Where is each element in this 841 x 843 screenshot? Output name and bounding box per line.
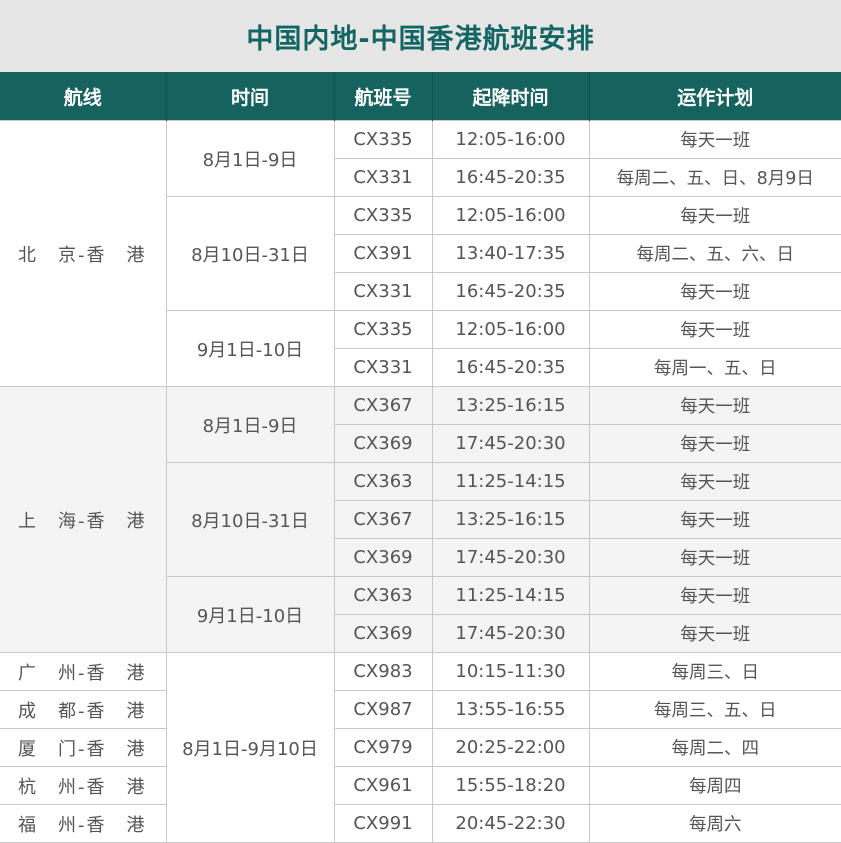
- table-row: 成 都-香 港 CX987 13:55-16:55 每周三、五、日: [0, 690, 841, 729]
- schedule-plan-cell: 每天一班: [588, 614, 841, 653]
- table-row: 福 州-香 港 CX991 20:45-22:30 每周六: [0, 804, 841, 843]
- flight-time-cell: 13:40-17:35: [431, 234, 590, 273]
- flight-number-cell: CX335: [333, 196, 433, 235]
- period-cell: 8月1日-9日: [165, 386, 335, 463]
- route-cell: 成 都-香 港: [0, 690, 167, 729]
- flight-number-cell: CX987: [333, 690, 433, 729]
- route-cell: 厦 门-香 港: [0, 728, 167, 767]
- flight-time-cell: 10:15-11:30: [431, 652, 590, 691]
- flight-number-cell: CX991: [333, 804, 433, 843]
- flight-number-cell: CX335: [333, 310, 433, 349]
- flight-number-cell: CX979: [333, 728, 433, 767]
- schedule-plan-cell: 每周六: [588, 804, 841, 843]
- header-departure-arrival: 起降时间: [431, 72, 589, 121]
- flight-number-cell: CX331: [334, 348, 433, 387]
- schedule-plan-cell: 每周二、五、六、日: [588, 234, 841, 273]
- flight-time-cell: 13:25-16:15: [431, 500, 590, 539]
- flight-time-cell: 16:45-20:35: [431, 348, 590, 387]
- schedule-plan-cell: 每周二、五、日、8月9日: [588, 158, 841, 197]
- flight-number-cell: CX367: [333, 386, 433, 425]
- period-cell: 8月1日-9日: [165, 120, 335, 197]
- route-cell: 上 海-香 港: [0, 386, 167, 653]
- flight-number-cell: CX363: [333, 462, 433, 501]
- table-row: 杭 州-香 港 CX961 15:55-18:20 每周四: [0, 766, 841, 805]
- flight-number-cell: CX369: [334, 538, 433, 577]
- schedule-plan-cell: 每天一班: [588, 310, 841, 349]
- schedule-plan-cell: 每天一班: [588, 120, 841, 159]
- flight-number-cell: CX331: [334, 158, 433, 197]
- schedule-plan-cell: 每周二、四: [588, 728, 841, 767]
- schedule-plan-cell: 每周一、五、日: [588, 348, 841, 387]
- header-row: 航线 时间 航班号 起降时间 运作计划: [0, 72, 841, 121]
- period-cell: 8月1日-9月10日: [165, 652, 335, 843]
- period-cell: 9月1日-10日: [166, 576, 335, 653]
- flight-time-cell: 20:25-22:00: [431, 728, 590, 767]
- header-period: 时间: [165, 72, 334, 121]
- flight-time-cell: 15:55-18:20: [431, 766, 590, 805]
- header-flight-number: 航班号: [333, 72, 432, 121]
- flight-number-cell: CX961: [333, 766, 433, 805]
- flight-number-cell: CX335: [333, 120, 433, 159]
- schedule-plan-cell: 每天一班: [588, 500, 841, 539]
- table-row: 上 海-香 港 8月1日-9日 CX367 13:25-16:15 每天一班: [0, 386, 841, 653]
- route-cell: 福 州-香 港: [0, 804, 167, 843]
- flight-time-cell: 12:05-16:00: [431, 196, 590, 235]
- flight-time-cell: 17:45-20:30: [431, 614, 590, 653]
- flight-time-cell: 17:45-20:30: [431, 538, 590, 577]
- header-route: 航线: [0, 72, 166, 121]
- schedule-plan-cell: 每天一班: [588, 576, 841, 615]
- route-cell: 广 州-香 港: [0, 652, 167, 691]
- schedule-plan-cell: 每天一班: [588, 386, 841, 425]
- title-bar: 中国内地-中国香港航班安排: [0, 0, 841, 72]
- schedule-plan-cell: 每周三、日: [588, 652, 841, 691]
- schedule-plan-cell: 每周四: [588, 766, 841, 805]
- flight-time-cell: 12:05-16:00: [431, 310, 590, 349]
- flight-time-cell: 11:25-14:15: [431, 462, 590, 501]
- header-schedule-plan: 运作计划: [588, 72, 841, 121]
- flight-number-cell: CX331: [334, 272, 433, 311]
- schedule-plan-cell: 每天一班: [588, 424, 841, 463]
- flight-time-cell: 16:45-20:35: [431, 158, 590, 197]
- schedule-plan-cell: 每天一班: [588, 462, 841, 501]
- flight-time-cell: 13:25-16:15: [431, 386, 590, 425]
- table-row: 北 京-香 港 8月1日-9日 CX335 12:05-16:00 每天一班: [0, 120, 841, 387]
- flight-number-cell: CX369: [334, 614, 433, 653]
- flight-schedule-table: 航线 时间 航班号 起降时间 运作计划 北 京-香 港 8月1日-9日 CX335 1…: [0, 72, 841, 843]
- period-cell: 8月10日-31日: [166, 196, 335, 311]
- schedule-plan-cell: 每天一班: [588, 538, 841, 577]
- flight-time-cell: 20:45-22:30: [431, 804, 590, 843]
- table-row: 厦 门-香 港 CX979 20:25-22:00 每周二、四: [0, 728, 841, 767]
- flight-time-cell: 13:55-16:55: [431, 690, 590, 729]
- period-cell: 9月1日-10日: [166, 310, 335, 387]
- flight-time-cell: 12:05-16:00: [431, 120, 590, 159]
- page-title: 中国内地-中国香港航班安排: [246, 23, 595, 55]
- schedule-plan-cell: 每周三、五、日: [588, 690, 841, 729]
- flight-number-cell: CX983: [333, 652, 433, 691]
- route-cell: 杭 州-香 港: [0, 766, 167, 805]
- flight-time-cell: 17:45-20:30: [431, 424, 590, 463]
- flight-number-cell: CX363: [333, 576, 433, 615]
- table-body: 北 京-香 港 8月1日-9日 CX335 12:05-16:00 每天一班 CX331 1…: [0, 120, 841, 843]
- flight-number-cell: CX369: [334, 424, 433, 463]
- flight-time-cell: 16:45-20:35: [431, 272, 590, 311]
- flight-number-cell: CX391: [334, 234, 433, 273]
- route-cell: 北 京-香 港: [0, 120, 167, 387]
- schedule-plan-cell: 每天一班: [588, 196, 841, 235]
- flight-number-cell: CX367: [334, 500, 433, 539]
- table-row: 广 州-香 港 8月1日-9月10日 CX983 10:15-11:30 每周三、日: [0, 652, 841, 843]
- flight-time-cell: 11:25-14:15: [431, 576, 590, 615]
- period-cell: 8月10日-31日: [166, 462, 335, 577]
- schedule-plan-cell: 每天一班: [588, 272, 841, 311]
